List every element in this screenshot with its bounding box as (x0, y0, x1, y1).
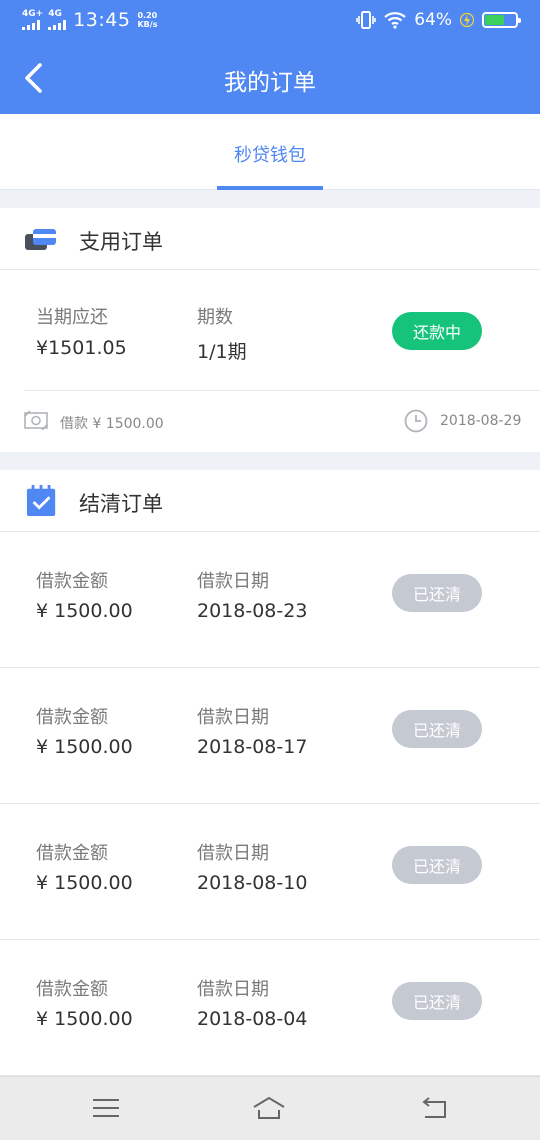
period-label: 期数 (197, 307, 233, 328)
wifi-icon (384, 12, 406, 29)
section-title: 结清订单 (79, 492, 163, 516)
due-label: 当期应还 (36, 307, 108, 328)
status-badge-settled: 已还清 (392, 574, 482, 612)
menu-icon[interactable] (89, 1093, 123, 1123)
signal-label-1: 4G+ (22, 9, 44, 19)
list-item[interactable]: 借款金额 ¥ 1500.00 借款日期 2018-08-10 已还清 (0, 804, 540, 940)
status-badge-settled: 已还清 (392, 846, 482, 884)
section-title: 支用订单 (79, 230, 163, 254)
date-label: 借款日期 (197, 707, 269, 728)
back-nav-icon[interactable] (417, 1093, 451, 1123)
calendar-check-icon (26, 485, 56, 517)
date-label: 借款日期 (197, 979, 269, 1000)
settled-orders-section: 结清订单 (0, 470, 540, 532)
page-title: 我的订单 (224, 70, 316, 96)
section-header: 支用订单 (0, 208, 540, 270)
tab-miaodai-wallet[interactable]: 秒贷钱包 (217, 114, 323, 190)
tab-active-indicator (217, 186, 323, 190)
loan-amount-text: 借款 ¥ 1500.00 (60, 416, 164, 432)
tab-bar: 秒贷钱包 (0, 114, 540, 190)
date-value: 2018-08-23 (197, 600, 308, 622)
cash-icon (24, 410, 48, 430)
active-order-section: 支用订单 当期应还 ¥1501.05 期数 1/1期 还款中 借款 ¥ 1500… (0, 208, 540, 452)
vibrate-icon (356, 11, 377, 29)
charging-icon (460, 12, 474, 28)
loan-date: 2018-08-29 (440, 413, 522, 429)
status-bar: 4G+ 4G 13:45 0.20 KB/s 64% (0, 0, 540, 42)
status-badge-repaying[interactable]: 还款中 (392, 312, 482, 350)
date-value: 2018-08-17 (197, 736, 308, 758)
amount-label: 借款金额 (36, 979, 108, 1000)
date-value: 2018-08-10 (197, 872, 308, 894)
list-item[interactable]: 借款金额 ¥ 1500.00 借款日期 2018-08-23 已还清 (0, 532, 540, 668)
list-item[interactable]: 借款金额 ¥ 1500.00 借款日期 2018-08-04 已还清 (0, 940, 540, 1076)
amount-value: ¥ 1500.00 (36, 736, 133, 758)
amount-label: 借款金额 (36, 707, 108, 728)
due-value: ¥1501.05 (36, 337, 127, 359)
signal-icon: 4G+ (22, 10, 43, 30)
amount-label: 借款金额 (36, 843, 108, 864)
signal-label-2: 4G (48, 9, 62, 19)
period-value: 1/1期 (197, 341, 247, 363)
tab-label: 秒贷钱包 (234, 145, 306, 166)
clock-icon (404, 409, 428, 433)
status-badge-settled: 已还清 (392, 710, 482, 748)
date-label: 借款日期 (197, 571, 269, 592)
signal-icon: 4G (48, 9, 67, 30)
card-stack-icon (25, 229, 56, 250)
status-badge-settled: 已还清 (392, 982, 482, 1020)
network-speed-value: 0.20 (137, 11, 158, 20)
battery-icon (482, 12, 521, 28)
amount-value: ¥ 1500.00 (36, 600, 133, 622)
system-nav-bar (0, 1076, 540, 1140)
date-value: 2018-08-04 (197, 1008, 308, 1030)
app-header: 我的订单 (0, 42, 540, 114)
divider (24, 390, 540, 391)
network-speed: 0.20 KB/s (137, 11, 157, 29)
network-speed-unit: KB/s (137, 20, 158, 29)
section-header: 结清订单 (0, 470, 540, 532)
clock-time: 13:45 (73, 9, 131, 31)
amount-value: ¥ 1500.00 (36, 1008, 133, 1030)
amount-value: ¥ 1500.00 (36, 872, 133, 894)
date-label: 借款日期 (197, 843, 269, 864)
battery-percent: 64% (414, 10, 452, 30)
list-item[interactable]: 借款金额 ¥ 1500.00 借款日期 2018-08-17 已还清 (0, 668, 540, 804)
home-icon[interactable] (252, 1093, 286, 1123)
amount-label: 借款金额 (36, 571, 108, 592)
